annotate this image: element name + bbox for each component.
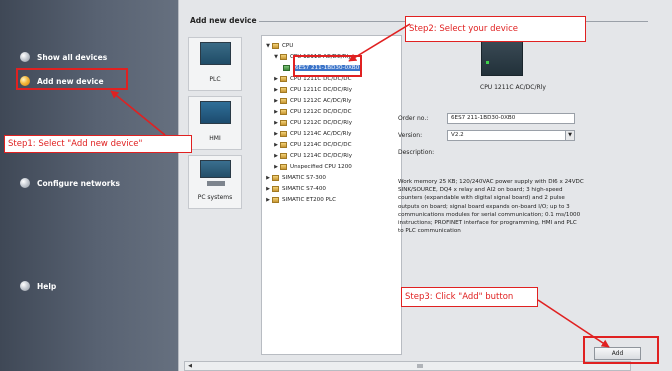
- bullet-icon: [20, 281, 30, 291]
- device-image: [481, 38, 523, 76]
- device-type-pc-systems[interactable]: PC systems: [188, 155, 242, 209]
- chevron-down-icon[interactable]: ▼: [265, 43, 271, 49]
- chevron-right-icon[interactable]: ▶: [273, 76, 279, 82]
- status-led: [486, 61, 489, 64]
- horizontal-scrollbar[interactable]: ◀: [184, 361, 631, 371]
- folder-icon: [280, 142, 287, 148]
- chevron-right-icon[interactable]: ▶: [265, 197, 271, 203]
- highlight-add-new-device: [16, 68, 128, 90]
- folder-icon: [272, 175, 279, 181]
- chevron-down-icon[interactable]: ▼: [565, 130, 575, 141]
- folder-icon: [280, 54, 287, 60]
- folder-icon: [272, 186, 279, 192]
- folder-icon: [280, 153, 287, 159]
- device-type-label: HMI: [209, 135, 221, 142]
- sidebar-item-label: Help: [37, 281, 57, 291]
- folder-icon: [280, 76, 287, 82]
- step2-callout: Step2: Select your device: [405, 16, 586, 42]
- tree-node[interactable]: ▶ CPU 1211C DC/DC/Rly: [273, 85, 352, 95]
- folder-icon: [272, 197, 279, 203]
- tree-node[interactable]: ▶ CPU 1212C DC/DC/DC: [273, 107, 351, 117]
- sidebar-item-help[interactable]: Help: [20, 279, 56, 293]
- chevron-right-icon[interactable]: ▶: [273, 98, 279, 104]
- chevron-right-icon[interactable]: ▶: [273, 87, 279, 93]
- tree-node[interactable]: ▶ SIMATIC S7-400: [265, 184, 326, 194]
- order-number-field: 6ES7 211-1BD30-0XB0: [447, 113, 575, 124]
- device-description: Work memory 25 KB; 120/240VAC power supp…: [398, 179, 584, 235]
- chevron-right-icon[interactable]: ▶: [273, 120, 279, 126]
- step3-callout: Step3: Click "Add" button: [401, 287, 538, 307]
- tree-node[interactable]: ▶ CPU 1212C DC/DC/Rly: [273, 118, 352, 128]
- cpu-icon: [283, 65, 290, 71]
- sidebar-item-label: Configure networks: [37, 178, 120, 188]
- add-device-panel: Add new device PLC HMI PC systems ▼ CPU …: [178, 0, 672, 371]
- pc-icon: [200, 160, 231, 186]
- sidebar-item-label: Show all devices: [37, 52, 108, 62]
- tree-node[interactable]: ▶ CPU 1214C DC/DC/Rly: [273, 151, 352, 161]
- chevron-right-icon[interactable]: ▶: [273, 153, 279, 159]
- sidebar-item-show-all-devices[interactable]: Show all devices: [20, 50, 107, 64]
- chevron-left-icon[interactable]: ◀: [185, 362, 195, 370]
- chevron-right-icon[interactable]: ▶: [265, 186, 271, 192]
- tree-node[interactable]: ▶ CPU 1214C AC/DC/Rly: [273, 129, 351, 139]
- chevron-right-icon[interactable]: ▶: [265, 175, 271, 181]
- chevron-right-icon[interactable]: ▶: [273, 109, 279, 115]
- device-name: CPU 1211C AC/DC/Rly: [480, 84, 546, 91]
- device-type-label: PC systems: [197, 194, 233, 201]
- device-type-hmi[interactable]: HMI: [188, 96, 242, 150]
- device-tree[interactable]: ▼ CPU ▼ CPU 1211C AC/DC/Rly 6ES7 211-1BD…: [261, 35, 402, 355]
- tree-node[interactable]: ▶ CPU 1214C DC/DC/DC: [273, 140, 351, 150]
- chevron-right-icon[interactable]: ▶: [273, 164, 279, 170]
- highlight-add-button: [583, 336, 659, 364]
- tree-node-cpu[interactable]: ▼ CPU: [265, 41, 293, 51]
- version-select[interactable]: V2.2: [447, 130, 575, 141]
- tree-node[interactable]: ▶ Unspecified CPU 1200: [273, 162, 352, 172]
- highlight-selected-device: [293, 55, 362, 77]
- folder-icon: [272, 43, 279, 49]
- sidebar-item-configure-networks[interactable]: Configure networks: [20, 176, 120, 190]
- chevron-down-icon[interactable]: ▼: [273, 54, 279, 60]
- order-number-label: Order no.:: [398, 115, 429, 122]
- tree-node[interactable]: ▶ SIMATIC S7-300: [265, 173, 326, 183]
- folder-icon: [280, 109, 287, 115]
- chevron-right-icon[interactable]: ▶: [273, 142, 279, 148]
- folder-icon: [280, 120, 287, 126]
- description-label: Description:: [398, 149, 435, 156]
- version-label: Version:: [398, 132, 423, 139]
- panel-title: Add new device: [190, 16, 257, 25]
- folder-icon: [280, 131, 287, 137]
- folder-icon: [280, 87, 287, 93]
- tree-node[interactable]: ▶ CPU 1212C AC/DC/Rly: [273, 96, 351, 106]
- folder-icon: [280, 98, 287, 104]
- step1-callout: Step1: Select "Add new device": [4, 135, 192, 153]
- device-type-label: PLC: [209, 76, 221, 83]
- bullet-icon: [20, 178, 30, 188]
- plc-icon: [200, 42, 231, 65]
- hmi-icon: [200, 101, 231, 124]
- device-type-plc[interactable]: PLC: [188, 37, 242, 91]
- scrollbar-thumb[interactable]: [417, 364, 423, 368]
- folder-icon: [280, 164, 287, 170]
- chevron-right-icon[interactable]: ▶: [273, 131, 279, 137]
- tree-node[interactable]: ▶ SIMATIC ET200 PLC: [265, 195, 336, 205]
- sidebar: Show all devices Add new device Configur…: [0, 0, 178, 371]
- bullet-icon: [20, 52, 30, 62]
